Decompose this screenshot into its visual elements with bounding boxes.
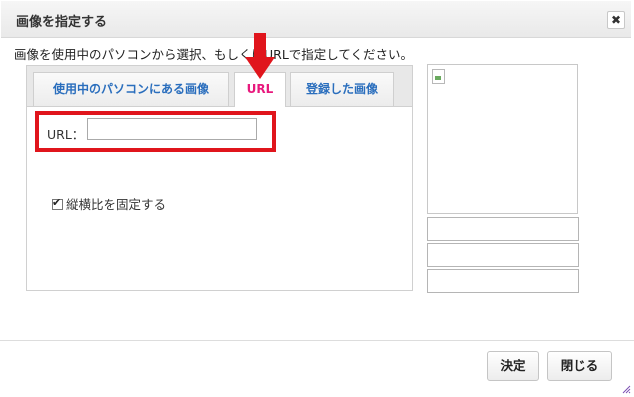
image-dialog: 画像を指定する ✖ 画像を使用中のパソコンから選択、もしくはURLで指定してくだ… (0, 0, 634, 397)
aspect-ratio-checkbox[interactable]: ✔ (52, 196, 63, 210)
image-preview (427, 64, 578, 214)
image-info-field-3 (427, 269, 579, 293)
broken-image-icon (432, 69, 445, 84)
aspect-ratio-option[interactable]: ✔ 縦横比を固定する (52, 194, 166, 213)
tab-panel: 使用中のパソコンにある画像 URL 登録した画像 URL： ✔ 縦横比を固定する (26, 65, 413, 291)
tab-registered-images[interactable]: 登録した画像 (290, 72, 394, 106)
check-icon: ✔ (52, 196, 62, 209)
resize-grip-icon[interactable] (621, 384, 631, 394)
image-info-field-2 (427, 243, 579, 267)
instruction-text: 画像を使用中のパソコンから選択、もしくはURLで指定してください。 (14, 47, 414, 62)
url-highlight-annotation (35, 111, 276, 152)
aspect-ratio-label: 縦横比を固定する (66, 197, 167, 212)
tab-local-computer[interactable]: 使用中のパソコンにある画像 (33, 72, 229, 106)
footer-divider (0, 340, 634, 341)
dialog-title: 画像を指定する (16, 15, 108, 30)
close-icon[interactable]: ✖ (607, 11, 625, 29)
dialog-titlebar: 画像を指定する ✖ (1, 1, 631, 38)
tab-strip: 使用中のパソコンにある画像 URL 登録した画像 (27, 66, 412, 107)
close-button[interactable]: 閉じる (547, 351, 612, 381)
image-info-field-1 (427, 217, 579, 241)
arrow-down-icon (245, 33, 275, 79)
ok-button[interactable]: 決定 (487, 351, 539, 381)
